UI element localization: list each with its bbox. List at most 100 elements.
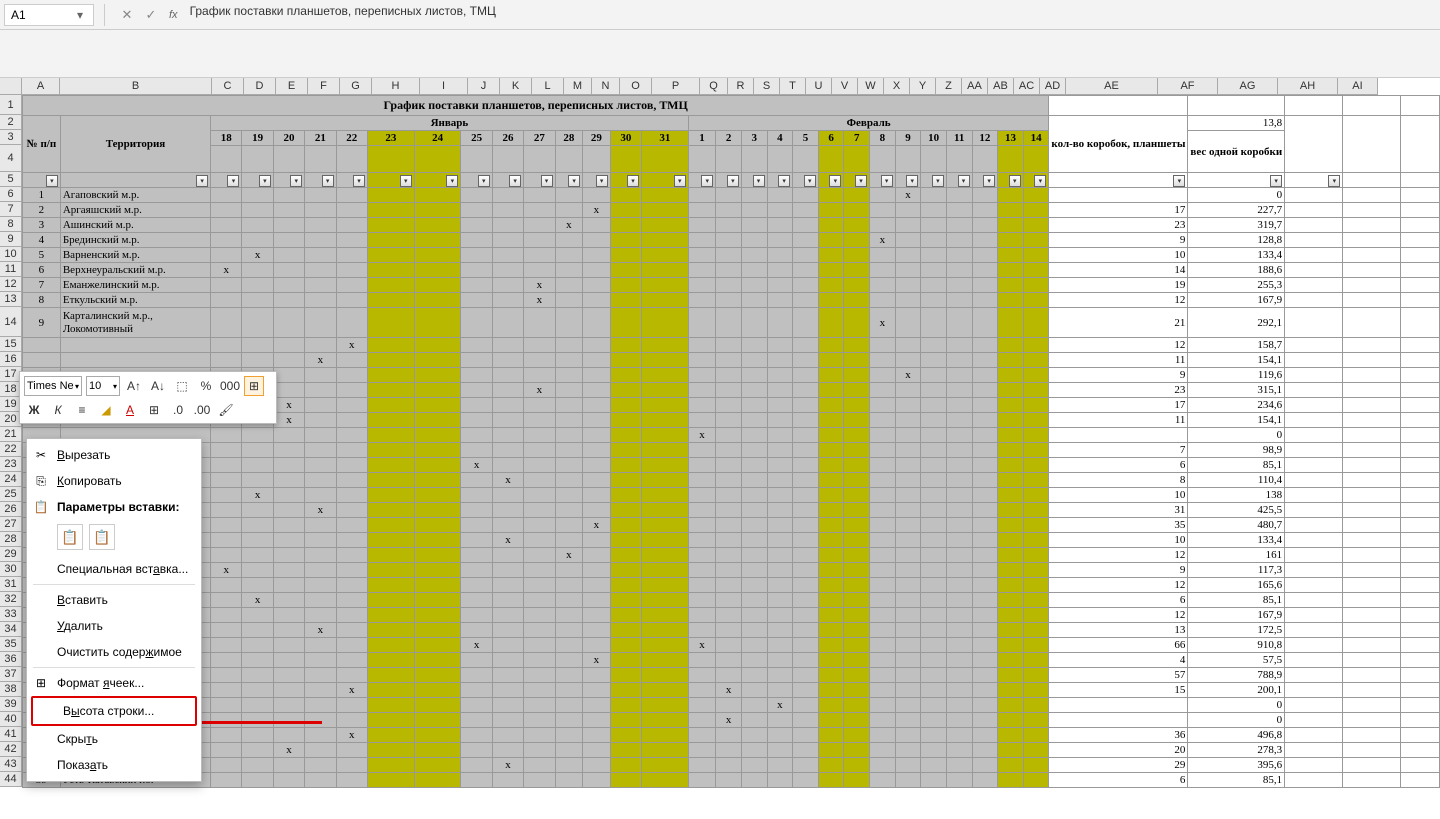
row-header-31[interactable]: 31: [0, 577, 22, 592]
filter-btn-E[interactable]: ▾: [290, 175, 302, 187]
col-header-AA[interactable]: AA: [962, 78, 988, 95]
row-header-44[interactable]: 44: [0, 772, 22, 787]
col-header-O[interactable]: O: [620, 78, 652, 95]
row-header-10[interactable]: 10: [0, 247, 22, 262]
filter-btn-AD[interactable]: ▾: [1034, 175, 1046, 187]
row-header-4[interactable]: 4: [0, 145, 22, 172]
filter-btn-K[interactable]: ▾: [509, 175, 521, 187]
row-header-1[interactable]: 1: [0, 95, 22, 115]
col-header-B[interactable]: B: [60, 78, 212, 95]
row-header-2[interactable]: 2: [0, 115, 22, 130]
font-family-select[interactable]: Times Ne▾: [24, 376, 82, 396]
filter-btn-AC[interactable]: ▾: [1009, 175, 1021, 187]
filter-btn-X[interactable]: ▾: [881, 175, 893, 187]
row-header-13[interactable]: 13: [0, 292, 22, 307]
row-header-43[interactable]: 43: [0, 757, 22, 772]
row-header-40[interactable]: 40: [0, 712, 22, 727]
cm-row-height[interactable]: Высота строки...: [33, 698, 195, 724]
row-header-42[interactable]: 42: [0, 742, 22, 757]
row-header-33[interactable]: 33: [0, 607, 22, 622]
filter-btn-V[interactable]: ▾: [829, 175, 841, 187]
format-icon[interactable]: ⬚: [172, 376, 192, 396]
cm-show[interactable]: Показать: [27, 752, 201, 778]
col-header-L[interactable]: L: [532, 78, 564, 95]
filter-btn-G[interactable]: ▾: [353, 175, 365, 187]
filter-btn-N[interactable]: ▾: [596, 175, 608, 187]
col-header-D[interactable]: D: [244, 78, 276, 95]
paste-option-1[interactable]: 📋: [57, 524, 83, 550]
col-header-AI[interactable]: AI: [1338, 78, 1378, 95]
italic-button[interactable]: К: [48, 400, 68, 420]
filter-btn-AE[interactable]: ▾: [1173, 175, 1185, 187]
paste-option-2[interactable]: 📋: [89, 524, 115, 550]
row-header-16[interactable]: 16: [0, 352, 22, 367]
col-header-N[interactable]: N: [592, 78, 620, 95]
col-header-G[interactable]: G: [340, 78, 372, 95]
filter-btn-AB[interactable]: ▾: [983, 175, 995, 187]
col-header-U[interactable]: U: [806, 78, 832, 95]
cancel-formula-icon[interactable]: ✕: [117, 5, 137, 25]
col-header-AB[interactable]: AB: [988, 78, 1014, 95]
increase-decimal-icon[interactable]: .00: [192, 400, 212, 420]
filter-btn-A[interactable]: ▾: [46, 175, 58, 187]
filter-btn-T[interactable]: ▾: [778, 175, 790, 187]
filter-btn-I[interactable]: ▾: [446, 175, 458, 187]
cm-format-cells[interactable]: ⊞Формат ячеек...: [27, 670, 201, 696]
col-header-C[interactable]: C: [212, 78, 244, 95]
row-header-35[interactable]: 35: [0, 637, 22, 652]
formula-input[interactable]: График поставки планшетов, переписных ли…: [184, 4, 1440, 26]
row-header-41[interactable]: 41: [0, 727, 22, 742]
decrease-decimal-icon[interactable]: .0: [168, 400, 188, 420]
name-box-dropdown-icon[interactable]: ▾: [73, 8, 87, 22]
row-header-11[interactable]: 11: [0, 262, 22, 277]
col-header-S[interactable]: S: [754, 78, 780, 95]
row-header-22[interactable]: 22: [0, 442, 22, 457]
row-header-39[interactable]: 39: [0, 697, 22, 712]
increase-font-icon[interactable]: A↑: [124, 376, 144, 396]
filter-btn-M[interactable]: ▾: [568, 175, 580, 187]
decrease-font-icon[interactable]: A↓: [148, 376, 168, 396]
filter-btn-AA[interactable]: ▾: [958, 175, 970, 187]
row-header-29[interactable]: 29: [0, 547, 22, 562]
filter-btn-L[interactable]: ▾: [541, 175, 553, 187]
col-header-AC[interactable]: AC: [1014, 78, 1040, 95]
col-header-AF[interactable]: AF: [1158, 78, 1218, 95]
fx-icon[interactable]: fx: [169, 9, 178, 21]
cm-paste-special[interactable]: Специальная вставка...: [27, 556, 201, 582]
row-header-15[interactable]: 15: [0, 337, 22, 352]
row-header-9[interactable]: 9: [0, 232, 22, 247]
filter-btn-O[interactable]: ▾: [627, 175, 639, 187]
font-color-icon[interactable]: A: [120, 400, 140, 420]
col-header-AG[interactable]: AG: [1218, 78, 1278, 95]
row-header-30[interactable]: 30: [0, 562, 22, 577]
filter-btn-B[interactable]: ▾: [196, 175, 208, 187]
col-header-I[interactable]: I: [420, 78, 468, 95]
row-header-6[interactable]: 6: [0, 187, 22, 202]
fill-color-icon[interactable]: ◢: [96, 400, 116, 420]
row-header-25[interactable]: 25: [0, 487, 22, 502]
row-header-37[interactable]: 37: [0, 667, 22, 682]
filter-btn-S[interactable]: ▾: [753, 175, 765, 187]
col-header-T[interactable]: T: [780, 78, 806, 95]
filter-btn-AF[interactable]: ▾: [1270, 175, 1282, 187]
cm-cut[interactable]: ✂Вырезать: [27, 442, 201, 468]
col-header-Q[interactable]: Q: [700, 78, 728, 95]
row-header-34[interactable]: 34: [0, 622, 22, 637]
row-header-38[interactable]: 38: [0, 682, 22, 697]
row-header-24[interactable]: 24: [0, 472, 22, 487]
col-header-P[interactable]: P: [652, 78, 700, 95]
col-header-AE[interactable]: AE: [1066, 78, 1158, 95]
col-header-H[interactable]: H: [372, 78, 420, 95]
bold-button[interactable]: Ж: [24, 400, 44, 420]
cm-clear[interactable]: Очистить содержимое: [27, 639, 201, 665]
align-icon[interactable]: ≡: [72, 400, 92, 420]
comma-icon[interactable]: 000: [220, 376, 240, 396]
row-header-12[interactable]: 12: [0, 277, 22, 292]
col-header-X[interactable]: X: [884, 78, 910, 95]
col-header-Z[interactable]: Z: [936, 78, 962, 95]
row-header-26[interactable]: 26: [0, 502, 22, 517]
filter-btn-F[interactable]: ▾: [322, 175, 334, 187]
filter-btn-P[interactable]: ▾: [674, 175, 686, 187]
border-icon[interactable]: ⊞: [144, 400, 164, 420]
cm-hide[interactable]: Скрыть: [27, 726, 201, 752]
